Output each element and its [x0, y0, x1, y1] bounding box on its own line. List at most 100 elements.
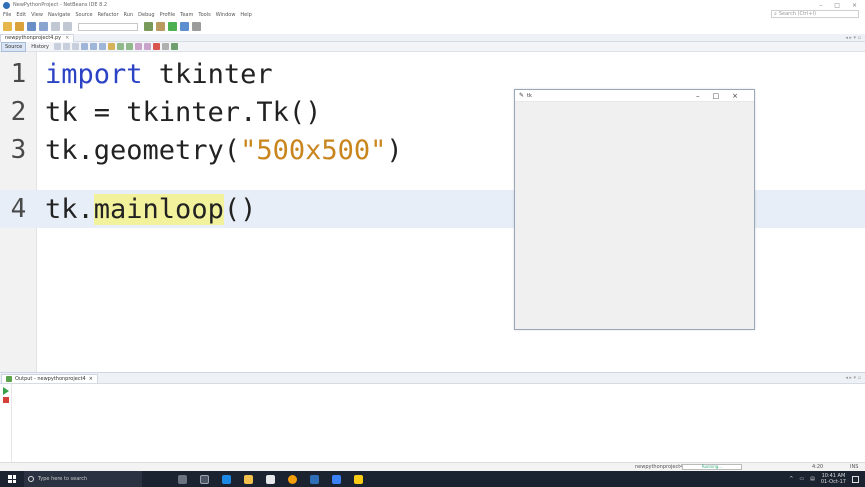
tk-minimize-button[interactable]: –: [696, 92, 700, 100]
save-all-icon[interactable]: [39, 22, 48, 31]
clean-build-icon[interactable]: [156, 22, 165, 31]
redo-icon[interactable]: [63, 22, 72, 31]
taskbar-search[interactable]: Type here to search: [24, 471, 142, 487]
windows-taskbar: Type here to search ^ ▭ ▤ 10:41 AM 01-Oc…: [0, 471, 865, 487]
menu-navigate[interactable]: Navigate: [48, 12, 70, 18]
rerun-icon[interactable]: [3, 387, 9, 395]
menu-team[interactable]: Team: [180, 12, 193, 18]
windows-start-icon[interactable]: [8, 475, 16, 483]
tk-title-bar[interactable]: ✎ tk – □ ×: [515, 90, 754, 102]
code-token: tkinter: [142, 58, 273, 90]
open-project-icon[interactable]: [27, 22, 36, 31]
maximize-button[interactable]: □: [834, 2, 840, 9]
clock[interactable]: 10:41 AM 01-Oct-17: [821, 473, 846, 485]
shift-left-icon[interactable]: [116, 43, 124, 50]
minimize-button[interactable]: –: [819, 2, 822, 9]
close-button[interactable]: ×: [852, 2, 857, 9]
app-icon[interactable]: [332, 474, 341, 484]
progress-bar[interactable]: Running...: [682, 464, 742, 470]
line-number: 2: [10, 97, 27, 127]
output-panel[interactable]: [0, 384, 865, 462]
edge-icon[interactable]: [222, 474, 231, 484]
tk-window[interactable]: ✎ tk – □ ×: [514, 89, 755, 330]
main-toolbar: [0, 19, 865, 34]
keyboard-icon[interactable]: ▤: [810, 476, 815, 482]
source-tab[interactable]: Source: [1, 41, 27, 52]
search-input[interactable]: ⌕ Search (Ctrl+I): [771, 10, 859, 18]
new-project-icon[interactable]: [3, 22, 12, 31]
menu-edit[interactable]: Edit: [16, 12, 26, 18]
search-icon: ⌕: [774, 11, 777, 17]
microphone-icon[interactable]: [178, 474, 187, 484]
tk-feather-icon: ✎: [519, 92, 525, 99]
firefox-icon[interactable]: [288, 474, 297, 484]
menu-help[interactable]: Help: [240, 12, 251, 18]
output-sidebar: [0, 384, 12, 462]
history-tab[interactable]: History: [28, 43, 52, 51]
forward-icon[interactable]: [71, 43, 79, 50]
editor-file-tab[interactable]: newpythonproject4.py ×: [0, 33, 75, 42]
configuration-select[interactable]: [78, 22, 138, 31]
keyword-token: import: [45, 58, 143, 90]
system-tray: ^ ▭ ▤ 10:41 AM 01-Oct-17: [789, 473, 865, 485]
find-selection-icon[interactable]: [80, 43, 88, 50]
menu-file[interactable]: File: [3, 12, 11, 18]
output-close-icon[interactable]: ×: [89, 376, 93, 382]
record-macro-icon[interactable]: [152, 43, 160, 50]
output-tab[interactable]: Output - newpythonproject4 ×: [1, 373, 98, 383]
code-token: ): [386, 134, 403, 166]
stop-icon[interactable]: [3, 397, 9, 403]
file-explorer-icon[interactable]: [244, 474, 253, 484]
debug-project-icon[interactable]: [180, 22, 189, 31]
menu-source[interactable]: Source: [75, 12, 92, 18]
window-controls: – □ ×: [819, 2, 865, 9]
tk-close-button[interactable]: ×: [732, 92, 738, 100]
toggle-highlight-icon[interactable]: [107, 43, 115, 50]
task-view-icon[interactable]: [200, 474, 209, 484]
run-project-icon[interactable]: [168, 22, 177, 31]
status-bar: newpythonproject4 Running... 4:20 INS: [0, 462, 865, 471]
find-next-icon[interactable]: [98, 43, 106, 50]
undo-icon[interactable]: [51, 22, 60, 31]
store-icon[interactable]: [266, 474, 275, 484]
insert-mode: INS: [850, 464, 859, 470]
close-icon[interactable]: ×: [65, 35, 69, 41]
action-center-icon[interactable]: [852, 475, 859, 483]
python-icon[interactable]: [354, 474, 363, 484]
code-text: import tkinter: [37, 59, 273, 90]
shift-right-icon[interactable]: [125, 43, 133, 50]
tk-window-title: tk: [527, 92, 532, 99]
menu-refactor[interactable]: Refactor: [98, 12, 119, 18]
menu-view[interactable]: View: [31, 12, 43, 18]
comment-icon[interactable]: [134, 43, 142, 50]
caret-position: 4:20: [812, 464, 824, 470]
network-icon[interactable]: ▭: [799, 476, 804, 482]
uncomment-icon[interactable]: [143, 43, 151, 50]
tk-window-controls: – □ ×: [696, 92, 754, 100]
stop-macro-icon[interactable]: [161, 43, 169, 50]
menu-bar: File Edit View Navigate Source Refactor …: [0, 10, 865, 19]
menu-profile[interactable]: Profile: [160, 12, 176, 18]
line-number: 1: [10, 59, 27, 89]
code-line-1[interactable]: 1 import tkinter: [0, 55, 865, 93]
new-file-icon[interactable]: [15, 22, 24, 31]
netbeans-taskbar-icon[interactable]: [310, 474, 319, 484]
line-number: 3: [10, 135, 27, 165]
last-edit-icon[interactable]: [53, 43, 61, 50]
menu-run[interactable]: Run: [124, 12, 134, 18]
find-previous-icon[interactable]: [89, 43, 97, 50]
menu-debug[interactable]: Debug: [138, 12, 154, 18]
menu-tools[interactable]: Tools: [198, 12, 210, 18]
output-panel-controls[interactable]: ◂ ▸ ▾ ▫: [845, 375, 865, 381]
clock-date: 01-Oct-17: [820, 479, 846, 485]
back-icon[interactable]: [62, 43, 70, 50]
build-icon[interactable]: [144, 22, 153, 31]
profile-project-icon[interactable]: [192, 22, 201, 31]
chart-icon[interactable]: [170, 43, 178, 50]
search-placeholder: Search (Ctrl+I): [778, 11, 817, 17]
taskbar-search-placeholder: Type here to search: [38, 476, 88, 482]
menu-window[interactable]: Window: [216, 12, 236, 18]
tab-scroll-controls[interactable]: ◂ ▸ ▾ ▫: [845, 35, 865, 41]
tray-chevron-icon[interactable]: ^: [789, 476, 793, 482]
tk-maximize-button[interactable]: □: [713, 92, 720, 100]
